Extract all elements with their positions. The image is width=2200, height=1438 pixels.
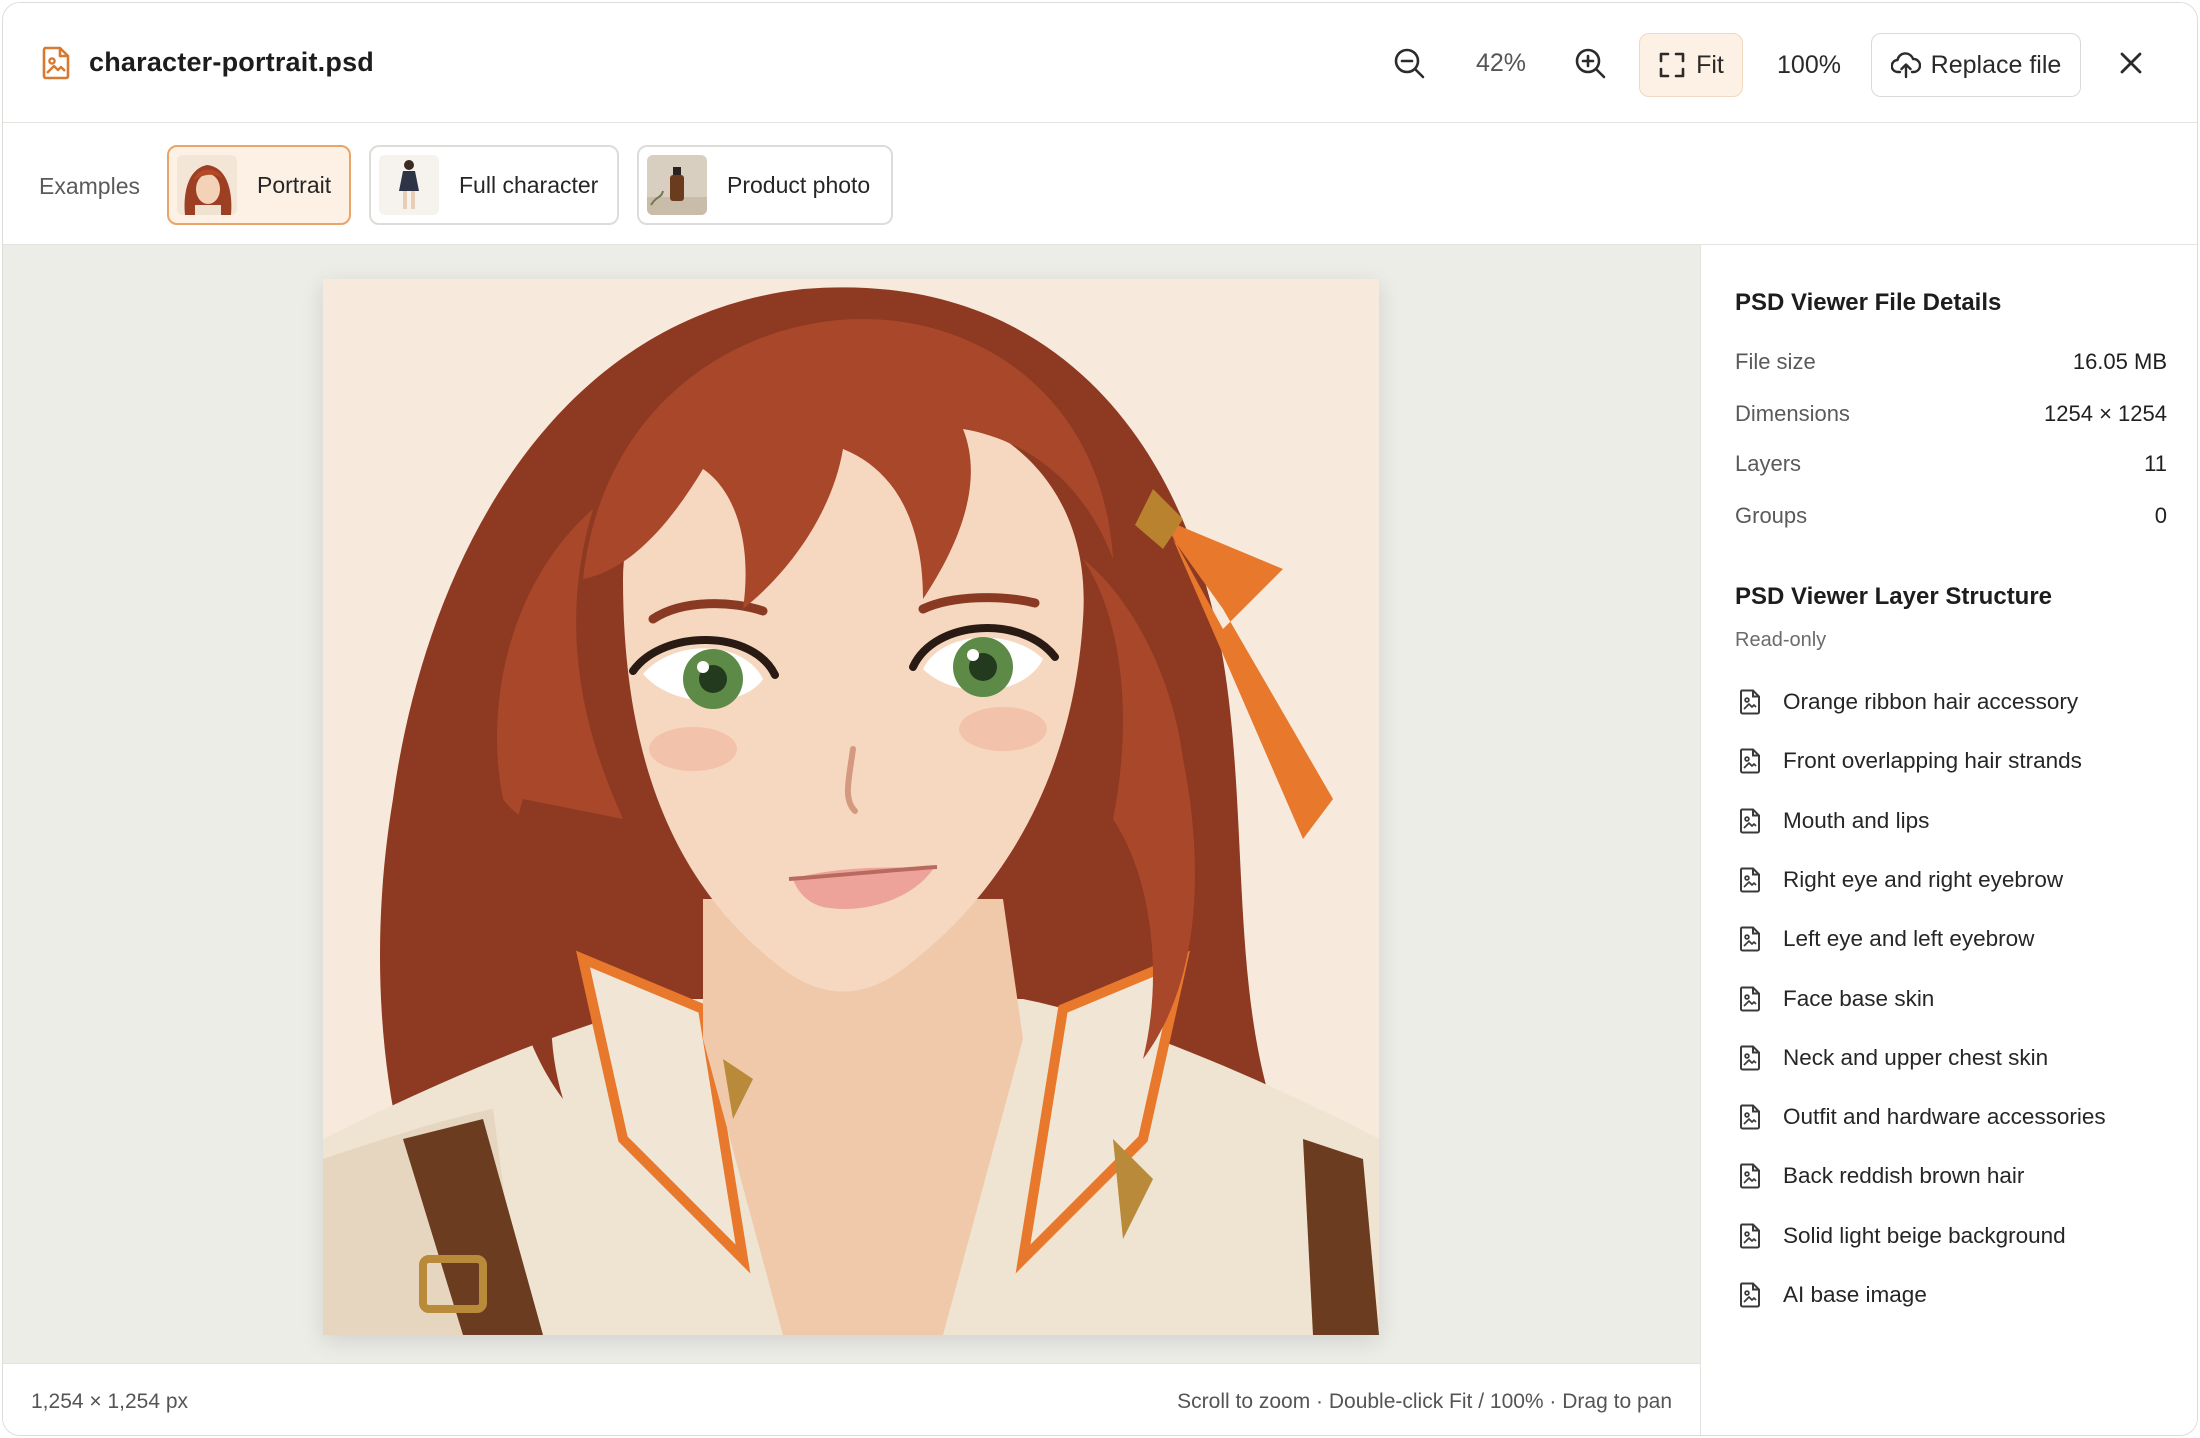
layer-label: AI base image xyxy=(1783,1282,1927,1307)
layer-label: Outfit and hardware accessories xyxy=(1783,1104,2106,1130)
layer-label: Face base skin xyxy=(1783,985,1935,1011)
layer-item[interactable]: Neck and upper chest skin xyxy=(1739,1041,2048,1075)
details-panel: PSD Viewer File Details File size 16.05 … xyxy=(1700,245,2197,1435)
detail-row-layers: Layers 11 xyxy=(1735,451,2167,483)
fit-frame-icon xyxy=(1659,52,1685,78)
header-toolbar: character-portrait.psd 42% Fit 100% Repl… xyxy=(3,3,2197,123)
example-label: Product photo xyxy=(727,171,871,198)
full-character-thumbnail xyxy=(379,155,439,215)
layer-structure-subtitle: Read-only xyxy=(1735,629,1827,651)
layer-file-icon xyxy=(1739,1104,1761,1130)
psd-preview-image[interactable] xyxy=(323,279,1379,1335)
detail-key: File size xyxy=(1735,349,1816,374)
layer-file-icon xyxy=(1739,1045,1761,1071)
layer-item[interactable]: Left eye and left eyebrow xyxy=(1739,922,2034,956)
status-bar: 1,254 × 1,254 px Scroll to zoom · Double… xyxy=(3,1363,1700,1435)
cloud-upload-icon xyxy=(1890,52,1921,79)
layer-item[interactable]: Mouth and lips xyxy=(1739,804,1929,838)
layer-label: Front overlapping hair strands xyxy=(1783,748,2082,774)
layer-file-icon xyxy=(1739,926,1761,952)
replace-file-label: Replace file xyxy=(1930,50,2062,79)
example-full-character[interactable]: Full character xyxy=(369,145,619,225)
detail-key: Layers xyxy=(1735,451,1802,476)
close-icon xyxy=(2120,52,2142,74)
layer-file-icon xyxy=(1739,867,1761,893)
examples-label: Examples xyxy=(39,173,140,199)
detail-key: Dimensions xyxy=(1735,401,1850,426)
layer-structure-title: PSD Viewer Layer Structure xyxy=(1735,583,2053,610)
layer-label: Right eye and right eyebrow xyxy=(1783,866,2064,892)
portrait-artwork xyxy=(323,279,1379,1335)
zoom-out-icon xyxy=(1394,48,1425,79)
canvas-area[interactable] xyxy=(3,245,1700,1363)
layer-item[interactable]: Right eye and right eyebrow xyxy=(1739,863,2063,897)
detail-value: 16.05 MB xyxy=(2072,349,2167,374)
product-photo-thumbnail xyxy=(647,155,707,215)
layer-file-icon xyxy=(1739,1282,1761,1308)
example-portrait[interactable]: Portrait xyxy=(167,145,351,225)
layer-item[interactable]: AI base image xyxy=(1739,1278,1927,1312)
layer-label: Orange ribbon hair accessory xyxy=(1783,689,2079,714)
detail-key: Groups xyxy=(1735,503,1808,528)
layer-file-icon xyxy=(1739,1163,1761,1189)
actual-size-label: 100% xyxy=(1777,50,1841,79)
layer-item[interactable]: Back reddish brown hair xyxy=(1739,1159,2024,1193)
psd-viewer-window: character-portrait.psd 42% Fit 100% Repl… xyxy=(2,2,2198,1436)
examples-bar: Examples Portrait Full character Product… xyxy=(3,123,2197,245)
layer-file-icon xyxy=(1739,1223,1761,1249)
fit-label: Fit xyxy=(1696,50,1724,79)
file-image-icon xyxy=(41,46,71,80)
replace-file-button[interactable]: Replace file xyxy=(1871,33,2081,97)
layer-item[interactable]: Orange ribbon hair accessory xyxy=(1739,685,2078,719)
layer-item[interactable]: Solid light beige background xyxy=(1739,1219,2066,1253)
layer-label: Left eye and left eyebrow xyxy=(1783,926,2035,952)
detail-row-dimensions: Dimensions 1254 × 1254 xyxy=(1735,401,2167,433)
example-label: Full character xyxy=(459,171,599,198)
detail-row-groups: Groups 0 xyxy=(1735,503,2167,535)
layer-file-icon xyxy=(1739,689,1761,715)
zoom-out-button[interactable] xyxy=(1389,43,1429,83)
actual-size-button[interactable]: 100% xyxy=(1769,33,1849,97)
file-details-title: PSD Viewer File Details xyxy=(1735,289,2002,316)
layer-file-icon xyxy=(1739,808,1761,834)
layer-label: Back reddish brown hair xyxy=(1783,1163,2025,1189)
detail-value: 11 xyxy=(2144,451,2167,476)
detail-value: 1254 × 1254 xyxy=(2044,401,2167,426)
example-label: Portrait xyxy=(257,171,332,198)
layer-label: Mouth and lips xyxy=(1783,807,1930,833)
status-hint: Scroll to zoom · Double-click Fit / 100%… xyxy=(1177,1390,1672,1413)
layer-label: Neck and upper chest skin xyxy=(1783,1044,2049,1070)
zoom-level: 42% xyxy=(1475,49,1527,77)
detail-value: 0 xyxy=(2154,503,2167,528)
portrait-thumbnail xyxy=(177,155,237,215)
fit-button[interactable]: Fit xyxy=(1639,33,1743,97)
layer-item[interactable]: Outfit and hardware accessories xyxy=(1739,1100,2106,1134)
layer-file-icon xyxy=(1739,748,1761,774)
example-product-photo[interactable]: Product photo xyxy=(637,145,893,225)
layer-item[interactable]: Face base skin xyxy=(1739,982,1934,1016)
file-name: character-portrait.psd xyxy=(89,47,374,77)
status-dimensions: 1,254 × 1,254 px xyxy=(31,1390,189,1413)
zoom-in-icon xyxy=(1575,48,1606,79)
close-button[interactable] xyxy=(2111,43,2151,83)
layer-file-icon xyxy=(1739,986,1761,1012)
layer-label: Solid light beige background xyxy=(1783,1222,2066,1248)
zoom-in-button[interactable] xyxy=(1570,43,1610,83)
detail-row-file-size: File size 16.05 MB xyxy=(1735,349,2167,381)
layer-item[interactable]: Front overlapping hair strands xyxy=(1739,744,2082,778)
